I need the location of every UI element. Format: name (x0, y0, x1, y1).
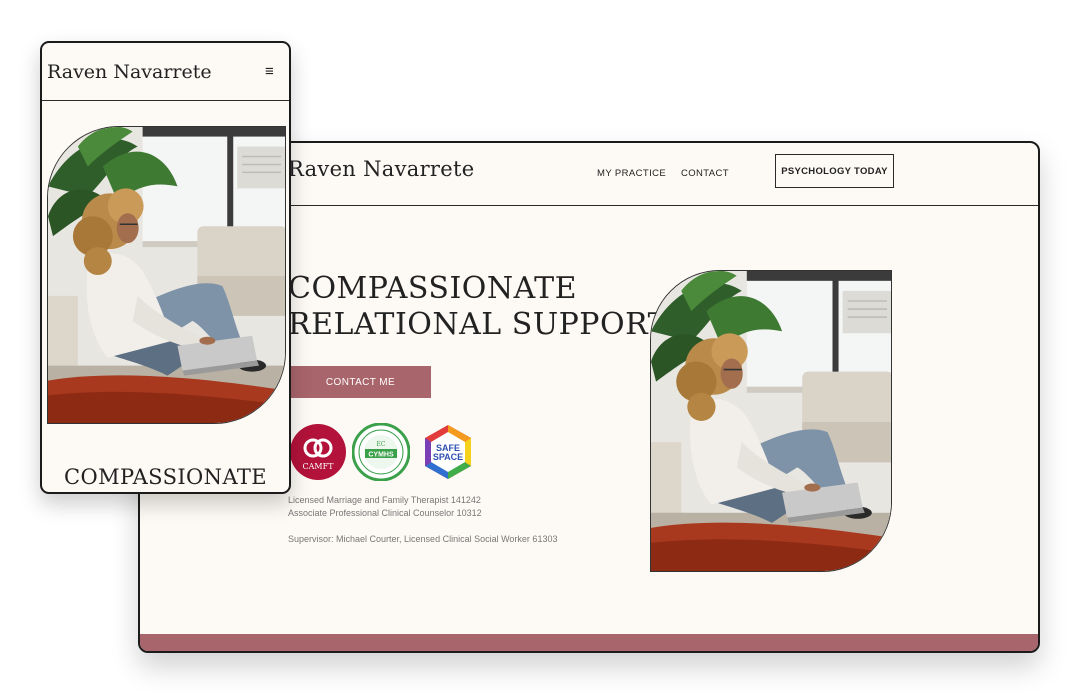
license-line-2: Associate Professional Clinical Counselo… (288, 508, 482, 518)
nav-my-practice[interactable]: MY PRACTICE (597, 168, 666, 179)
hero-headline-line-2: RELATIONAL SUPPORT (288, 307, 669, 342)
hero-headline-line-1: COMPASSIONATE (288, 271, 578, 306)
camft-badge-text: CAMFT (303, 462, 335, 471)
psychology-today-button[interactable]: PSYCHOLOGY TODAY (775, 154, 894, 188)
hamburger-menu-icon[interactable]: ≡ (265, 63, 274, 80)
footer-bar (140, 634, 1038, 651)
nav-contact[interactable]: CONTACT (681, 168, 729, 179)
license-info: Licensed Marriage and Family Therapist 1… (288, 494, 482, 520)
cymhs-badge-text: CYMHS (368, 452, 394, 459)
mobile-site-logo[interactable]: Raven Navarrete (47, 61, 212, 83)
safe-space-badge-icon[interactable]: SAFE SPACE (419, 423, 477, 481)
contact-me-button[interactable]: CONTACT ME (290, 366, 431, 398)
safe-space-badge-line-2: SPACE (433, 452, 463, 462)
license-line-1: Licensed Marriage and Family Therapist 1… (288, 495, 481, 505)
cymhs-badge-icon[interactable]: EC CYMHS (352, 423, 410, 481)
svg-text:EC: EC (377, 441, 386, 448)
supervisor-info: Supervisor: Michael Courter, Licensed Cl… (288, 534, 558, 544)
mobile-preview: Raven Navarrete ≡ COMPASSIONATE (40, 41, 291, 494)
mobile-hero-photo (47, 126, 286, 424)
mobile-hero-headline: COMPASSIONATE (64, 465, 267, 489)
camft-badge-icon[interactable]: CAMFT (289, 423, 347, 481)
hero-headline: COMPASSIONATE RELATIONAL SUPPORT (288, 271, 668, 343)
site-logo[interactable]: Raven Navarrete (288, 157, 474, 181)
hero-photo (650, 270, 892, 572)
mobile-header: Raven Navarrete ≡ (42, 43, 289, 101)
